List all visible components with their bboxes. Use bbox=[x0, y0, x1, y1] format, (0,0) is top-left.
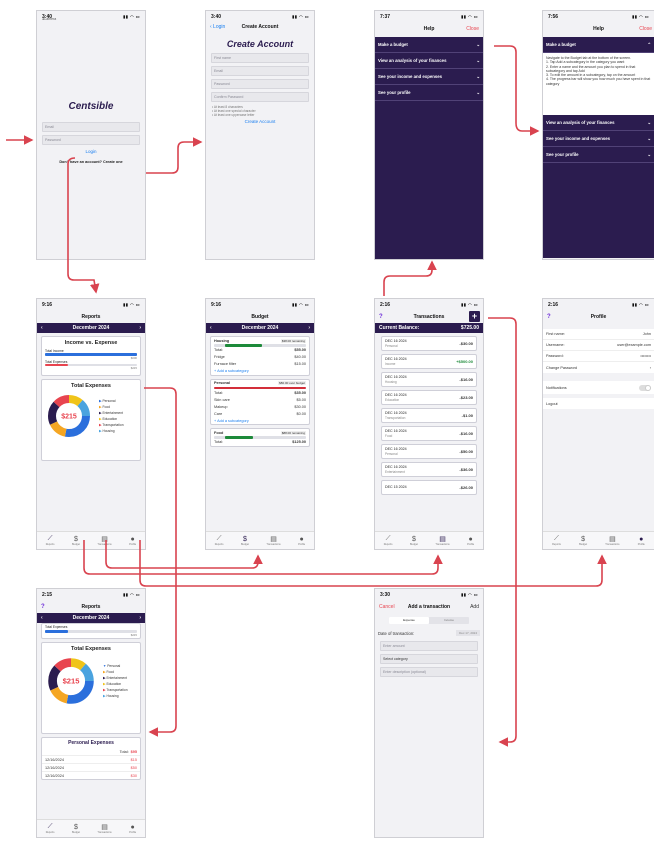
arrow-to-create-account bbox=[146, 137, 203, 174]
arrow-to-help-expanded bbox=[494, 45, 540, 136]
flow-arrows bbox=[6, 45, 607, 747]
arrow-to-reports-detail bbox=[144, 387, 177, 737]
arrow-tab-transactions bbox=[83, 540, 443, 575]
arrow-to-help bbox=[383, 260, 437, 296]
arrow-tab-budget bbox=[105, 540, 263, 569]
arrow-to-reports bbox=[67, 157, 100, 294]
arrow-to-add-transaction bbox=[488, 317, 517, 747]
arrow-tab-profile bbox=[139, 540, 607, 587]
